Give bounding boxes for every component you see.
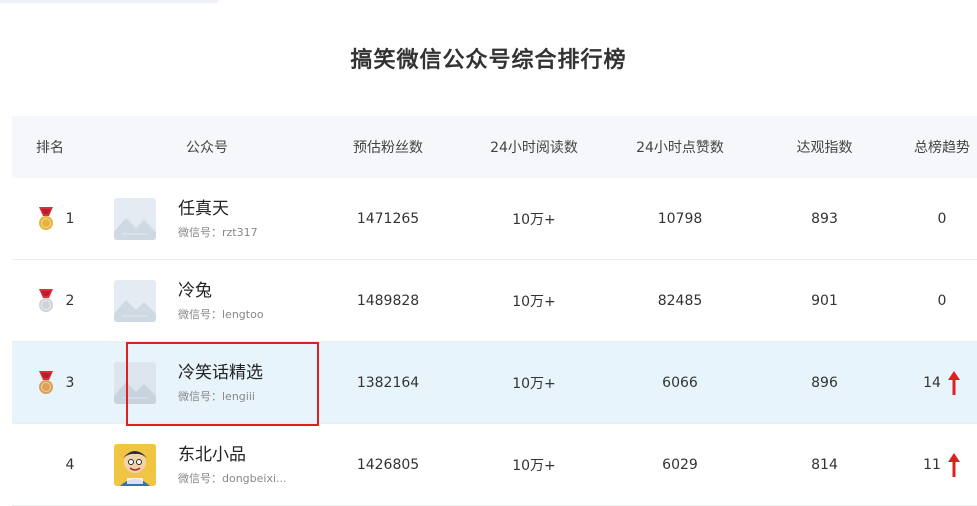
account-name[interactable]: 冷笑话精选 bbox=[178, 362, 263, 384]
likes-count: 10798 bbox=[657, 210, 703, 227]
index-value: 901 bbox=[811, 292, 838, 309]
trend-cell: 11 bbox=[907, 452, 977, 478]
rank-cell: 1 bbox=[12, 206, 88, 232]
top-tab-underline bbox=[0, 0, 218, 3]
account-name[interactable]: 任真天 bbox=[178, 198, 258, 220]
medal-icon bbox=[38, 288, 53, 312]
account-cell[interactable]: 任真天 微信号：rzt317 bbox=[88, 197, 326, 240]
index-value: 893 bbox=[811, 210, 838, 227]
reads-count: 10万+ bbox=[512, 211, 556, 228]
fans-count: 1382164 bbox=[356, 374, 420, 391]
header-account: 公众号 bbox=[186, 140, 228, 156]
rank-number: 1 bbox=[65, 210, 75, 227]
rank-number: 4 bbox=[65, 456, 75, 473]
likes-count: 6029 bbox=[662, 456, 698, 473]
wechat-id: 微信号：rzt317 bbox=[178, 225, 258, 239]
trend-value: 0 bbox=[937, 292, 947, 309]
rank-cell: 2 bbox=[12, 288, 88, 314]
trend-value: 11 bbox=[923, 456, 941, 473]
account-name[interactable]: 东北小品 bbox=[178, 444, 287, 466]
header-reads: 24小时阅读数 bbox=[490, 140, 578, 156]
reads-count: 10万+ bbox=[512, 293, 556, 310]
arrow-up-icon bbox=[947, 452, 960, 477]
account-cell[interactable]: 东北小品 微信号：dongbeixi... bbox=[88, 443, 326, 486]
fans-count: 1489828 bbox=[356, 292, 420, 309]
wechat-id: 微信号：lengtoo bbox=[178, 307, 264, 321]
table-row[interactable]: 3 冷笑话精选 微信号：lengiii 1382164 10万+ 6066 89… bbox=[12, 342, 977, 424]
account-cell[interactable]: 冷笑话精选 微信号：lengiii bbox=[88, 361, 326, 404]
rank-cell: 3 bbox=[12, 370, 88, 396]
image-placeholder-icon bbox=[114, 361, 156, 404]
ranking-table: 排名 公众号 预估粉丝数 24小时阅读数 24小时点赞数 达观指数 总榜趋势 1 bbox=[12, 116, 977, 506]
wechat-id: 微信号：dongbeixi... bbox=[178, 471, 287, 485]
fans-count: 1426805 bbox=[356, 456, 420, 473]
index-value: 814 bbox=[811, 456, 838, 473]
account-name[interactable]: 冷兔 bbox=[178, 280, 264, 302]
table-header: 排名 公众号 预估粉丝数 24小时阅读数 24小时点赞数 达观指数 总榜趋势 bbox=[12, 116, 977, 178]
medal-spacer bbox=[36, 452, 56, 478]
index-value: 896 bbox=[811, 374, 838, 391]
rank-number: 2 bbox=[65, 292, 75, 309]
reads-count: 10万+ bbox=[512, 457, 556, 474]
fans-count: 1471265 bbox=[356, 210, 420, 227]
wechat-id: 微信号：lengiii bbox=[178, 389, 255, 403]
medal-icon bbox=[38, 370, 53, 394]
avatar bbox=[114, 443, 156, 486]
trend-value: 14 bbox=[923, 374, 941, 391]
trend-cell: 0 bbox=[907, 211, 977, 227]
page-title: 搞笑微信公众号综合排行榜 bbox=[350, 48, 627, 73]
reads-count: 10万+ bbox=[512, 375, 556, 392]
header-trend: 总榜趋势 bbox=[914, 140, 970, 156]
trend-value: 0 bbox=[937, 210, 947, 227]
header-rank: 排名 bbox=[36, 140, 64, 156]
rank-cell: 4 bbox=[12, 452, 88, 478]
image-placeholder-icon bbox=[114, 279, 156, 322]
rank-number: 3 bbox=[65, 374, 75, 391]
likes-count: 6066 bbox=[662, 374, 698, 391]
table-row[interactable]: 4 东北小品 微信号：dongbeixi... 1426805 10万+ 602… bbox=[12, 424, 977, 506]
table-row[interactable]: 2 冷兔 微信号：lengtoo 1489828 10万+ 82485 901 … bbox=[12, 260, 977, 342]
arrow-up-icon bbox=[947, 370, 960, 395]
trend-cell: 0 bbox=[907, 293, 977, 309]
table-row[interactable]: 1 任真天 微信号：rzt317 1471265 10万+ 10798 893 … bbox=[12, 178, 977, 260]
header-fans: 预估粉丝数 bbox=[353, 140, 423, 156]
header-likes: 24小时点赞数 bbox=[636, 140, 724, 156]
image-placeholder-icon bbox=[114, 197, 156, 240]
trend-cell: 14 bbox=[907, 370, 977, 396]
account-cell[interactable]: 冷兔 微信号：lengtoo bbox=[88, 279, 326, 322]
header-index: 达观指数 bbox=[796, 140, 853, 156]
likes-count: 82485 bbox=[657, 292, 703, 309]
medal-icon bbox=[38, 206, 53, 230]
